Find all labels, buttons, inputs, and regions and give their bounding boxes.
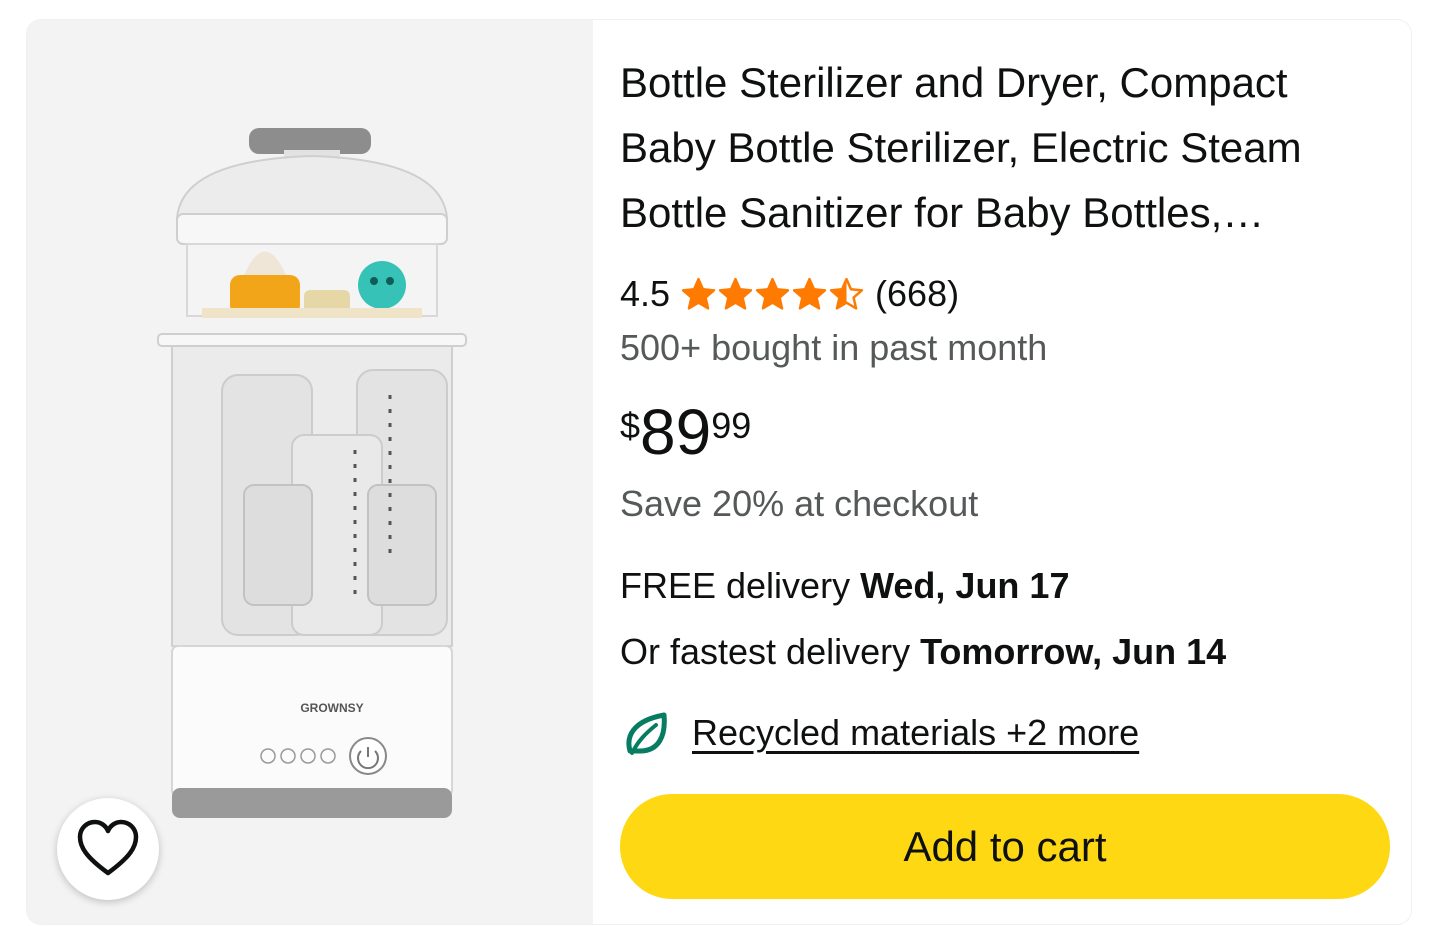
coupon-text: Save 20% at checkout <box>620 483 979 524</box>
sustainability-link[interactable]: Recycled materials +2 more <box>692 712 1139 754</box>
delivery-date: Wed, Jun 17 <box>860 565 1070 606</box>
fastest-date: Tomorrow, Jun 14 <box>920 631 1227 672</box>
delivery-label: FREE delivery <box>620 565 861 606</box>
brand-logo: GROWNSY <box>300 701 363 715</box>
price-whole: 89 <box>640 396 712 468</box>
heart-icon <box>77 819 139 876</box>
review-count[interactable]: (668) <box>875 273 959 315</box>
product-card[interactable]: GROWNSY Bottle Sterilizer and Dryer, Com… <box>27 20 1411 924</box>
rating-value: 4.5 <box>620 273 671 314</box>
star-icon <box>718 277 753 310</box>
product-title[interactable]: Bottle Sterilizer and Dryer, Compact Bab… <box>620 50 1390 245</box>
free-delivery: FREE delivery Wed, Jun 17 <box>620 564 1390 608</box>
fastest-label: Or fastest delivery <box>620 631 921 672</box>
sustainability-features[interactable]: Recycled materials +2 more <box>620 708 1390 758</box>
wishlist-button[interactable] <box>57 798 159 900</box>
product-info: Bottle Sterilizer and Dryer, Compact Bab… <box>620 50 1390 758</box>
star-icon <box>829 277 864 310</box>
star-icon <box>681 277 716 310</box>
rating-row[interactable]: 4.5 (668) <box>620 272 1390 316</box>
bought-in-past-month: 500+ bought in past month <box>620 327 1048 368</box>
price: $ 89 99 <box>620 400 1390 464</box>
star-icon <box>755 277 790 310</box>
price-fraction: 99 <box>711 405 752 446</box>
price-currency: $ <box>620 405 641 446</box>
fastest-delivery: Or fastest delivery Tomorrow, Jun 14 <box>620 630 1390 674</box>
star-rating[interactable] <box>680 276 865 313</box>
product-image-pane[interactable]: GROWNSY <box>27 20 593 924</box>
star-icon <box>792 277 827 310</box>
add-to-cart-button[interactable]: Add to cart <box>620 794 1390 899</box>
product-image[interactable]: GROWNSY <box>122 120 502 840</box>
leaf-icon <box>626 712 667 755</box>
